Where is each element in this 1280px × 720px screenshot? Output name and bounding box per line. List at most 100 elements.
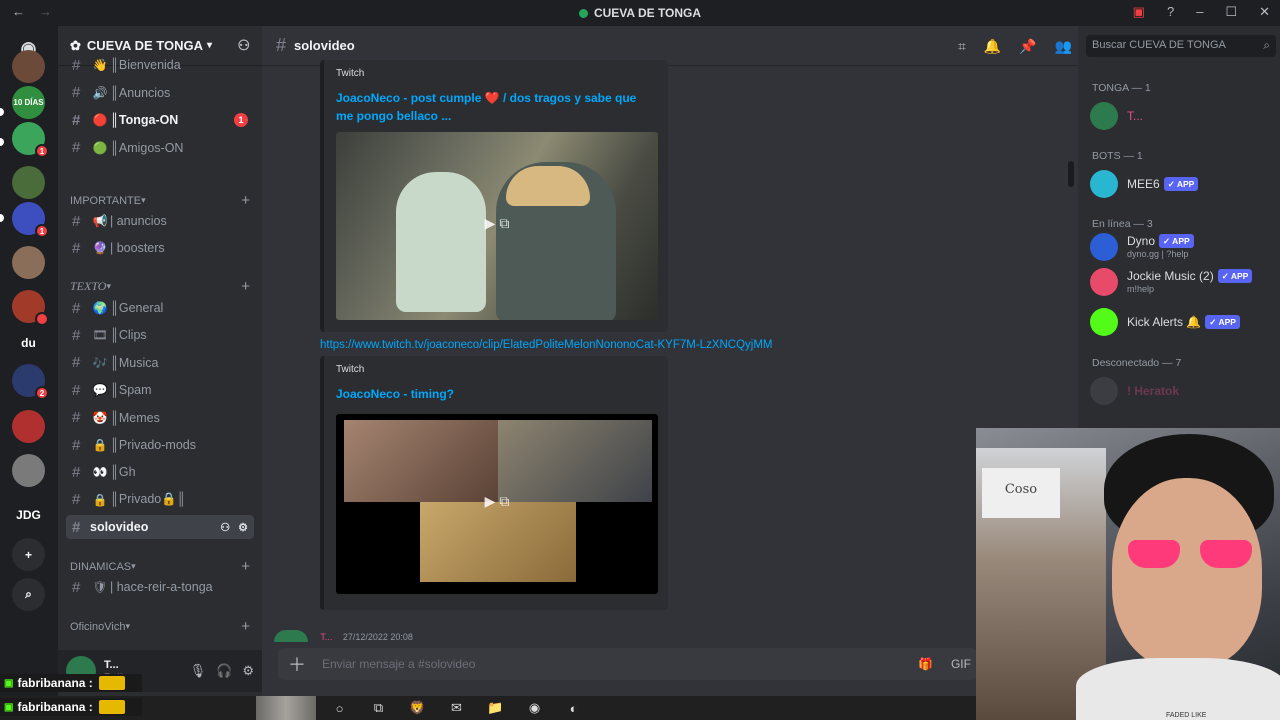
channel-item[interactable]: # 🔮 | boosters [66, 236, 254, 260]
emote [98, 700, 125, 714]
server-folder-icon[interactable]: 1 [12, 202, 49, 238]
channel-emoji: 🟢 [92, 140, 108, 155]
add-channel-icon[interactable]: + [241, 278, 250, 295]
video-thumbnail[interactable]: ▶ ⧉ [336, 132, 658, 320]
obs-icon[interactable]: ◉ [515, 700, 554, 716]
member-item[interactable]: ! Heratok [1090, 376, 1270, 406]
hash-icon: # [72, 491, 81, 509]
hash-icon: # [72, 409, 81, 427]
server-jdg-icon[interactable]: JDG [12, 498, 45, 531]
channel-item[interactable]: # 🟢 ║Amigos-ON [66, 136, 254, 160]
channel-item[interactable]: # solovideo ⚇ ⚙ [66, 515, 254, 539]
add-channel-icon[interactable]: + [241, 618, 250, 635]
invite-icon[interactable]: ⚇ [220, 521, 230, 534]
microphone-icon[interactable]: 🎙 [190, 663, 207, 679]
video-thumbnail[interactable]: ▶ ⧉ [336, 414, 658, 594]
member-item[interactable]: MEE6 ✓ APP [1090, 169, 1270, 199]
discord-icon[interactable]: ◐ [554, 701, 593, 716]
server-folder-2-icon[interactable]: 2 [12, 364, 49, 400]
member-item[interactable]: Dyno ✓ APP dyno.gg | ?help [1090, 232, 1270, 262]
member-status: m!help [1127, 284, 1155, 294]
taskbar-thumbnail[interactable] [256, 696, 316, 720]
server-du-icon[interactable]: du [12, 326, 45, 359]
embed-title-link[interactable]: JoacoNeco - timing? [336, 385, 656, 403]
brave-icon[interactable]: 🦁 [398, 700, 437, 716]
channel-item[interactable]: # 👀 ║Gh [66, 460, 254, 484]
channel-category[interactable]: TEXTO ▾ + [70, 278, 250, 295]
member-name: Kick Alerts 🔔 ✓ APP [1127, 315, 1240, 329]
channel-item[interactable]: # 🔊 ║Anuncios [66, 81, 254, 105]
channel-category[interactable]: OficinoVich ▾ + [70, 618, 250, 635]
close-button[interactable]: ✕ [1259, 4, 1270, 20]
gear-icon[interactable]: ⚙ [238, 521, 248, 534]
help-icon[interactable]: ? [1167, 4, 1174, 20]
play-icon[interactable]: ▶ ⧉ [475, 215, 519, 237]
server-10dias-icon[interactable]: 10 DÍAS [12, 86, 45, 119]
member-list-icon[interactable]: 👥 [1055, 38, 1072, 55]
server-6-icon[interactable] [12, 246, 45, 279]
folder-icon[interactable]: 📁 [476, 700, 515, 716]
discover-icon[interactable]: ⌕ [12, 578, 45, 611]
mail-icon[interactable]: ✉ [437, 700, 476, 716]
attach-plus-icon[interactable]: ＋ [288, 651, 306, 677]
maximize-button[interactable]: ☐ [1225, 4, 1237, 20]
channel-category[interactable]: IMPORTANTE ▾ + [70, 192, 250, 209]
twitch-embed: Twitch JoacoNeco - post cumple ❤️ / dos … [320, 60, 668, 332]
gif-icon[interactable]: GIF [951, 657, 971, 671]
hash-icon: # [72, 463, 81, 481]
channel-item[interactable]: # 💬 ║Spam [66, 378, 254, 402]
gift-icon[interactable]: 🎁 [918, 657, 933, 671]
person-figure [396, 172, 486, 312]
channel-label: ║Bienvenida [110, 58, 181, 72]
channel-label: ║Memes [110, 410, 160, 425]
channel-item[interactable]: # 🤡 ║Memes [66, 406, 254, 430]
search-input[interactable]: Buscar CUEVA DE TONGA ⌕ [1086, 35, 1276, 57]
invite-people-icon[interactable]: ⚇ [237, 37, 250, 54]
channel-item[interactable]: # 🎞 ║Clips [66, 323, 254, 347]
add-channel-icon[interactable]: + [241, 192, 250, 209]
channel-emoji: 🔒 [92, 438, 108, 452]
inbox-icon[interactable]: ▣ [1133, 4, 1145, 20]
channel-emoji: 🛡 [92, 580, 108, 594]
headphones-icon[interactable]: 🎧 [216, 663, 232, 679]
channel-item[interactable]: # 🛡 | hace-reir-a-tonga [66, 575, 254, 599]
message-author[interactable]: T... [320, 632, 332, 642]
threads-icon[interactable]: ⌗ [958, 38, 966, 55]
channel-category[interactable]: DINAMICAS ▾ + [70, 558, 250, 575]
server-splash-icon[interactable]: 1 [12, 122, 49, 158]
gear-icon[interactable]: ⚙ [242, 663, 254, 679]
channel-item[interactable]: # 🎶 ║Musica [66, 351, 254, 375]
channel-item[interactable]: # 🔒 ║Privado🔒║ [66, 488, 254, 512]
member-item[interactable]: Kick Alerts 🔔 ✓ APP [1090, 307, 1270, 337]
server-10-icon[interactable] [12, 410, 45, 443]
channel-emoji: 💬 [92, 383, 108, 398]
embed-title-link[interactable]: JoacoNeco - post cumple ❤️ / dos tragos … [336, 89, 656, 125]
channel-item[interactable]: # 🌍 ║General [66, 296, 254, 320]
channel-item[interactable]: # 🔴 ║Tonga-ON 1 [66, 108, 254, 132]
channel-item[interactable]: # 👋 ║Bienvenida [66, 53, 254, 77]
server-4-icon[interactable] [12, 166, 45, 199]
bell-icon[interactable]: 🔔 [984, 38, 1001, 55]
add-server-icon[interactable]: + [12, 538, 45, 571]
member-name: Dyno ✓ APP [1127, 234, 1194, 248]
channel-label: ║Amigos-ON [110, 140, 184, 155]
message-input[interactable]: Enviar mensaje a #solovideo [322, 657, 475, 671]
scrollbar[interactable] [1068, 161, 1074, 187]
member-item[interactable]: T... [1090, 101, 1270, 131]
add-channel-icon[interactable]: + [241, 558, 250, 575]
play-icon[interactable]: ▶ ⧉ [475, 493, 519, 515]
server-7-icon[interactable] [12, 290, 49, 326]
member-item[interactable]: Jockie Music (2) ✓ APP m!help [1090, 267, 1270, 297]
channel-item[interactable]: # 🔒 ║Privado-mods [66, 433, 254, 457]
server-1-icon[interactable] [12, 50, 45, 83]
search-icon[interactable]: ○ [320, 701, 359, 716]
server-11-icon[interactable] [12, 454, 45, 487]
pin-icon[interactable]: 📌 [1019, 38, 1036, 55]
clip-link[interactable]: https://www.twitch.tv/joaconeco/clip/Ela… [320, 339, 773, 351]
embed-provider: Twitch [336, 68, 365, 79]
chevron-down-icon: ▾ [206, 40, 212, 51]
channel-item[interactable]: # 📢 | anuncios [66, 209, 254, 233]
taskbar: ○ ⧉ 🦁 ✉ 📁 ◉ ◐ [0, 696, 976, 720]
task-view-icon[interactable]: ⧉ [359, 700, 398, 716]
minimize-button[interactable]: – [1196, 4, 1203, 20]
